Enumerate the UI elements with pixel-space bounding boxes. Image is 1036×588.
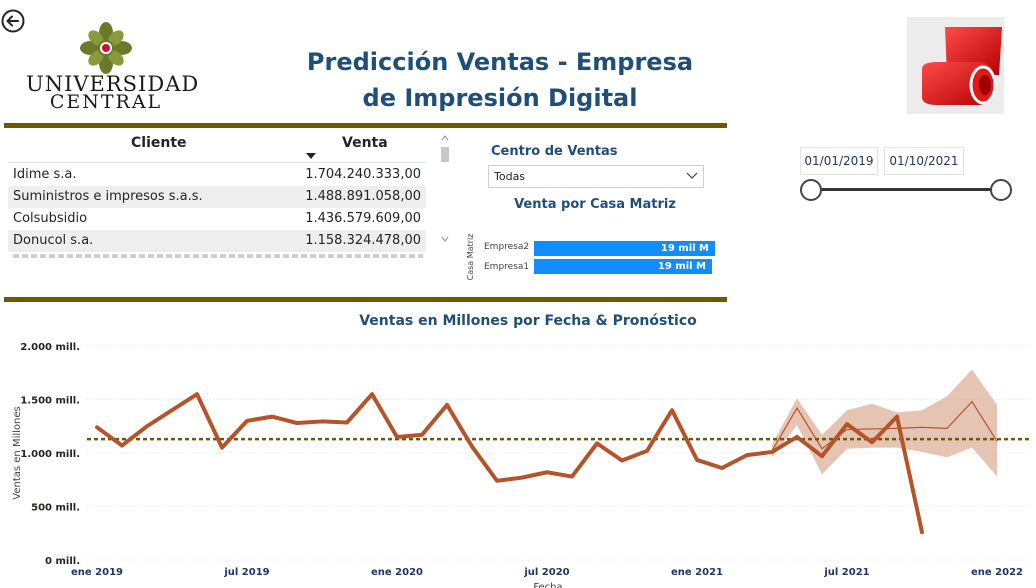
date-slider-track[interactable] — [810, 188, 1000, 191]
x-tick-label: ene 2019 — [71, 567, 123, 578]
x-tick-label: ene 2020 — [371, 567, 423, 578]
y-tick-label: 1.500 mill. — [20, 396, 80, 407]
y-tick-label: 2.000 mill. — [20, 342, 80, 353]
chevron-down-icon — [686, 172, 698, 179]
x-tick-label: ene 2021 — [671, 567, 723, 578]
bar-chart-title: Venta por Casa Matriz — [514, 197, 676, 212]
cell-cliente: Colsubsidio — [13, 211, 88, 226]
table-row[interactable]: Colsubsidio 1.436.579.609,00 — [8, 208, 426, 230]
separator-top — [4, 123, 727, 128]
university-logo: UNIVERSIDAD CENTRAL — [26, 22, 198, 113]
cell-cliente: Idime s.a. — [13, 167, 77, 182]
x-tick-label: jul 2020 — [523, 567, 569, 578]
printer-roll-icon — [922, 27, 1002, 105]
slicer-title: Centro de Ventas — [491, 144, 618, 159]
cell-venta: 1.704.240.333,00 — [305, 167, 421, 182]
table-row[interactable]: Donucol s.a. 1.158.324.478,00 — [8, 230, 426, 252]
flower-emblem-icon — [80, 22, 132, 74]
clients-table: Cliente Venta Idime s.a. 1.704.240.333,0… — [8, 133, 428, 259]
table-scrollbar[interactable] — [440, 133, 450, 251]
bar-empresa1[interactable]: 19 mil M — [534, 259, 712, 274]
bar-empresa2[interactable]: 19 mil M — [534, 241, 715, 256]
sort-desc-icon[interactable] — [306, 153, 316, 159]
page-title: Predicción Ventas - Empresa de Impresión… — [306, 48, 694, 112]
cell-venta: 1.158.324.478,00 — [305, 233, 421, 248]
column-header-venta[interactable]: Venta — [342, 135, 388, 151]
cell-cliente: Suministros e impresos s.a.s. — [13, 189, 203, 204]
partial-row — [13, 254, 423, 258]
chart-title: Ventas en Millones por Fecha & Pronóstic… — [359, 313, 697, 329]
column-header-cliente[interactable]: Cliente — [131, 135, 187, 151]
bar-axis-label: Casa Matriz — [466, 233, 475, 281]
y-axis-label: Ventas en Millones — [12, 406, 23, 499]
header-divider — [8, 162, 426, 163]
x-axis-label: Fecha — [533, 582, 562, 588]
date-start[interactable]: 01/01/2019 — [800, 147, 878, 175]
cell-cliente: Donucol s.a. — [13, 233, 94, 248]
y-tick-label: 1.000 mill. — [20, 449, 80, 460]
cell-venta: 1.436.579.609,00 — [305, 211, 421, 226]
bar-label-empresa1: Empresa1 — [484, 262, 530, 272]
x-tick-label: ene 2022 — [971, 567, 1023, 578]
logo-line-2: CENTRAL — [49, 91, 163, 113]
back-arrow-icon[interactable] — [1, 9, 25, 33]
date-slider-end-handle[interactable] — [990, 179, 1012, 201]
centro-ventas-dropdown[interactable]: Todas — [488, 165, 704, 188]
date-end[interactable]: 01/10/2021 — [884, 147, 964, 175]
y-tick-label: 0 mill. — [45, 556, 80, 567]
bar-label-empresa2: Empresa2 — [484, 242, 530, 252]
x-tick-label: jul 2021 — [823, 567, 869, 578]
y-tick-label: 500 mill. — [31, 503, 80, 514]
dropdown-value: Todas — [494, 170, 526, 183]
table-row[interactable]: Idime s.a. 1.704.240.333,00 — [8, 164, 426, 186]
brand-logo — [907, 17, 1004, 114]
separator-bottom — [4, 297, 727, 302]
x-tick-label: jul 2019 — [223, 567, 269, 578]
date-slider-start-handle[interactable] — [800, 179, 822, 201]
table-row[interactable]: Suministros e impresos s.a.s. 1.488.891.… — [8, 186, 426, 208]
cell-venta: 1.488.891.058,00 — [305, 189, 421, 204]
sales-line-chart: 0 mill. 500 mill. 1.000 mill. 1.500 mill. 2.… — [12, 342, 1030, 588]
